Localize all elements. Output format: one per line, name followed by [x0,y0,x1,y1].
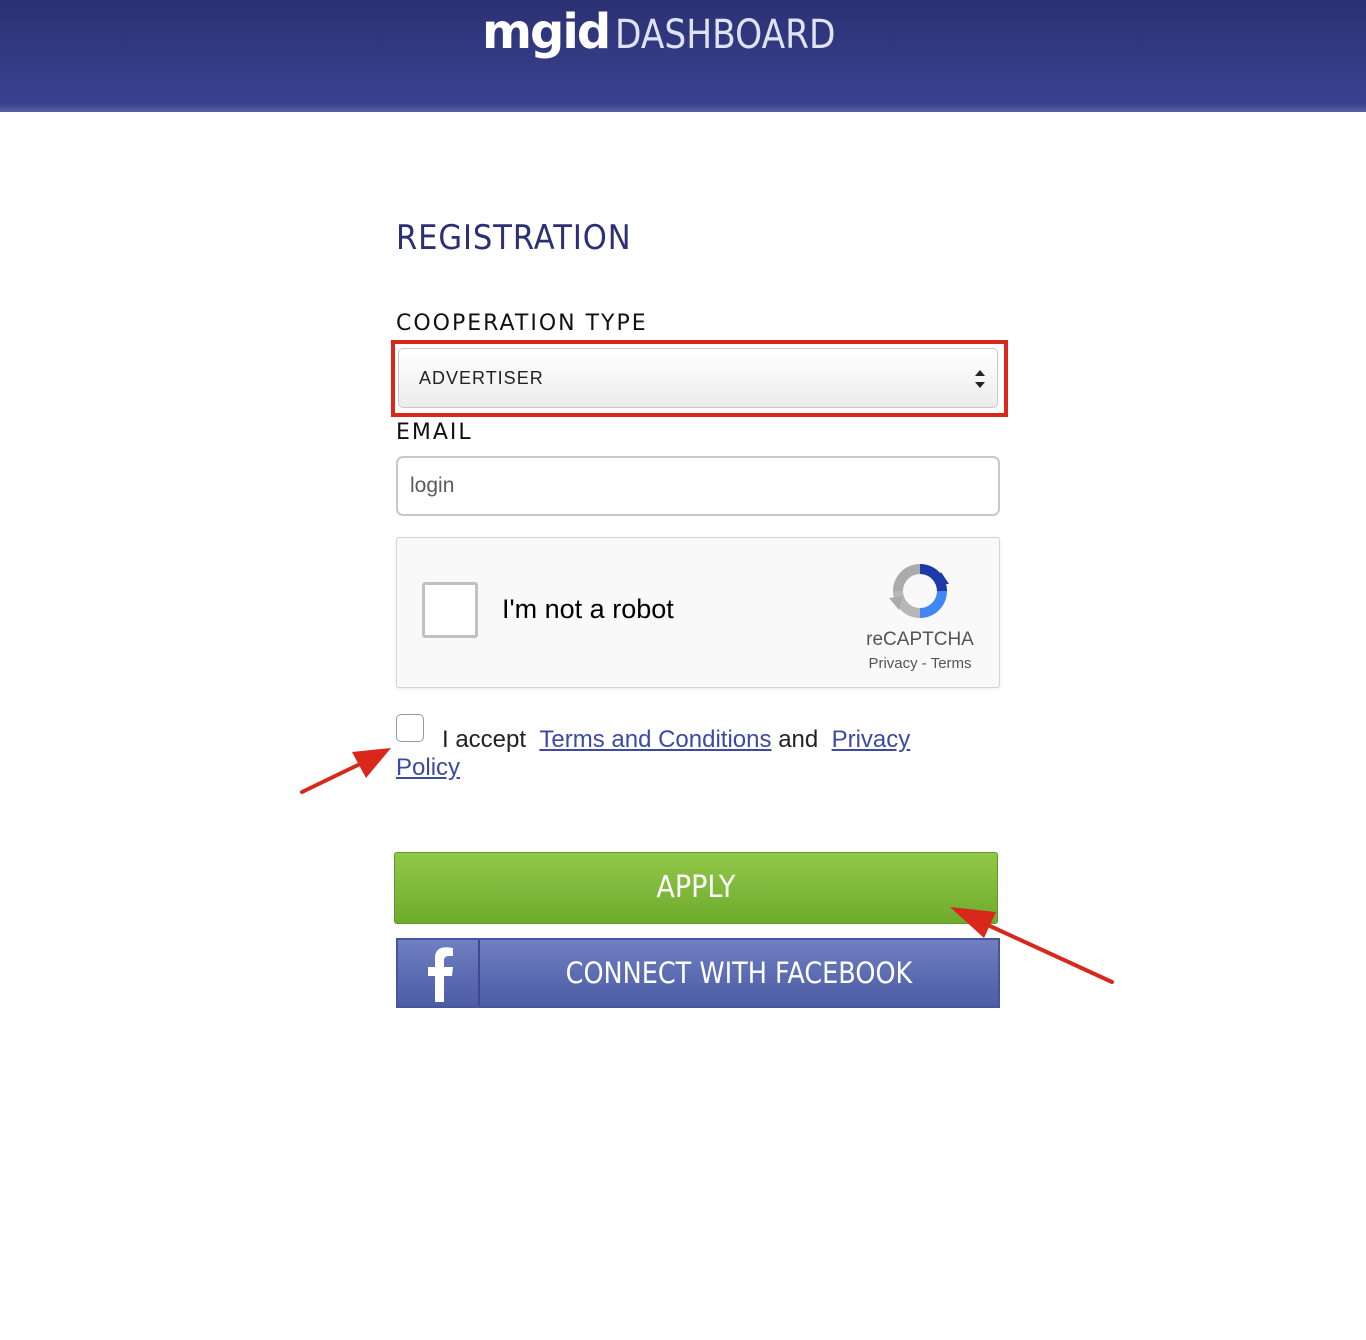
cooperation-type-select[interactable]: ADVERTISER [398,348,998,408]
terms-and-conditions-link[interactable]: Terms and Conditions [539,726,771,753]
cooperation-type-label: COOPERATION TYPE [396,311,648,336]
recaptcha-icon [889,564,949,618]
privacy-policy-link[interactable]: Privacy [832,726,911,753]
recaptcha-terms-link[interactable]: Terms [931,655,972,672]
recaptcha-widget: I'm not a robot reCAPTCHA Privacy - Term… [396,537,1000,688]
site-header: mgid DASHBOARD [0,0,1366,112]
terms-and-word: and [778,726,819,753]
terms-statement-line2: Policy [396,754,460,782]
accept-terms-checkbox[interactable] [396,714,424,742]
cooperation-type-value: ADVERTISER [419,367,544,388]
recaptcha-links: Privacy - Terms [827,655,1013,672]
privacy-policy-link-continued[interactable]: Policy [396,754,460,781]
recaptcha-checkbox[interactable] [422,582,478,638]
facebook-button-label-wrap: CONNECT WITH FACEBOOK [480,940,998,1006]
terms-prefix: I accept [442,726,527,753]
facebook-icon [428,947,453,1002]
page-title: REGISTRATION [396,218,632,258]
brand-mgid: mgid [482,4,611,60]
facebook-icon-box [398,940,480,1006]
email-field[interactable] [396,456,1000,516]
up-down-caret-icon [975,370,985,388]
recaptcha-label: I'm not a robot [502,594,674,624]
apply-button[interactable]: APPLY [394,852,998,924]
header-divider [0,104,1366,112]
facebook-button-label: CONNECT WITH FACEBOOK [565,956,913,990]
terms-statement: I accept Terms and Conditions and Privac… [442,726,910,754]
brand-dashboard: DASHBOARD [615,12,836,58]
recaptcha-brand: reCAPTCHA [866,629,974,650]
recaptcha-privacy-link[interactable]: Privacy [868,655,917,672]
recaptcha-separator: - [917,655,931,672]
apply-button-label: APPLY [656,870,736,905]
red-arrow-icon [300,748,391,794]
brand-logo[interactable]: mgid DASHBOARD [482,4,872,60]
connect-facebook-button[interactable]: CONNECT WITH FACEBOOK [396,938,1000,1008]
email-label: EMAIL [396,420,473,445]
